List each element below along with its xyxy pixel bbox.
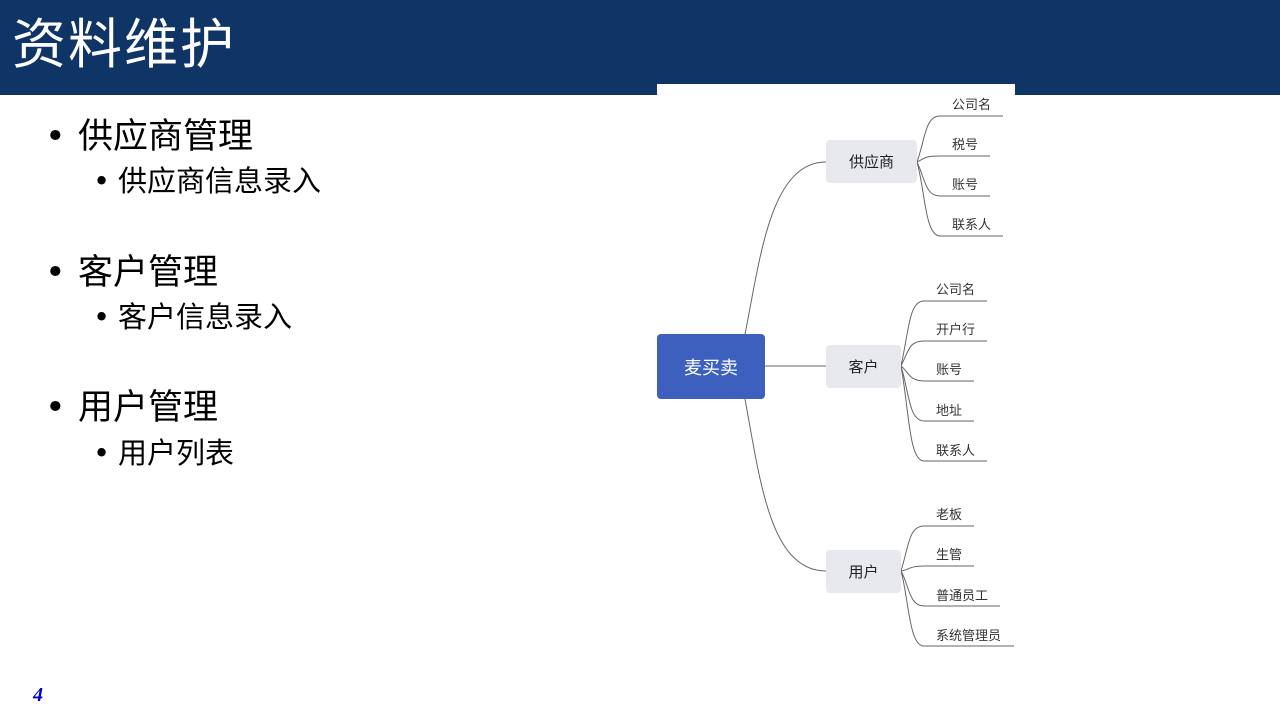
mindmap-connectors (744, 115, 1014, 647)
mindmap-branch-customer[interactable]: 客户 (826, 345, 901, 388)
mindmap-branch-user[interactable]: 用户 (826, 550, 901, 593)
connector-root-user (744, 398, 827, 572)
mindmap-root-node[interactable]: 麦买卖 (657, 334, 765, 399)
mindmap-leaf[interactable]: 联系人 (936, 440, 975, 459)
mindmap-leaf[interactable]: 税号 (952, 134, 978, 153)
mindmap-branch-supplier[interactable]: 供应商 (826, 140, 917, 183)
mindmap-leaf[interactable]: 老板 (936, 504, 962, 523)
mindmap-leaf[interactable]: 联系人 (952, 214, 991, 233)
mindmap-leaf[interactable]: 系统管理员 (936, 625, 1001, 644)
connector-supplier-leaf (916, 155, 990, 163)
mindmap-leaf[interactable]: 公司名 (936, 279, 975, 298)
page-number: 4 (33, 684, 43, 706)
mindmap-leaf[interactable]: 普通员工 (936, 585, 988, 604)
mindmap-leaf[interactable]: 开户行 (936, 319, 975, 338)
connector-root-supplier (744, 161, 827, 335)
mindmap-leaf[interactable]: 公司名 (952, 94, 991, 113)
mindmap-leaf[interactable]: 账号 (936, 359, 962, 378)
connector-user-leaf (900, 565, 974, 572)
mindmap-leaf[interactable]: 生管 (936, 544, 962, 563)
mindmap-leaf[interactable]: 账号 (952, 174, 978, 193)
mindmap-leaf[interactable]: 地址 (936, 400, 962, 419)
